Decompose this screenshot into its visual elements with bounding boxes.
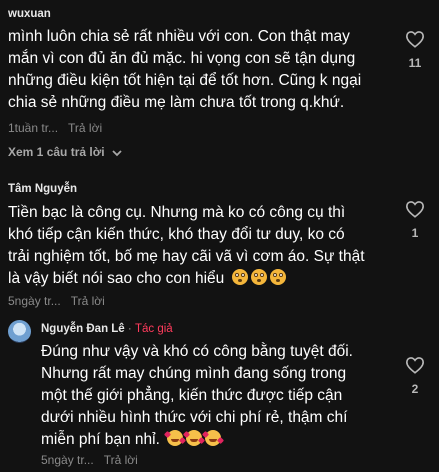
comment-line: một thế giới phẳng, kiến thức được tiếp …: [41, 387, 343, 404]
author-badge: Tác giả: [134, 323, 173, 335]
view-replies-label: Xem 1 câu trả lời: [8, 145, 105, 159]
comment-username[interactable]: Tâm Nguyễn: [8, 182, 77, 196]
comment-line: là vậy biết nói sao cho con hiểu: [8, 268, 365, 290]
comment-username[interactable]: wuxuan: [8, 7, 51, 21]
comment-line: Tiền bạc là công cụ. Nhưng mà ko có công…: [8, 204, 346, 221]
comment-meta: 5ngày tr... Trả lời: [8, 294, 105, 308]
flushed-face-emoji: [269, 269, 286, 285]
comment-text: mình luôn chia sẻ rất nhiều với con. Con…: [8, 26, 361, 114]
like-button[interactable]: 11: [400, 30, 430, 70]
smiling-face-with-hearts-emoji: [205, 430, 222, 446]
reply-button[interactable]: Trả lời: [104, 453, 138, 467]
comment-line: miễn phí bạn nhỉ.: [41, 429, 353, 451]
like-button[interactable]: 2: [400, 356, 430, 396]
view-replies-button[interactable]: Xem 1 câu trả lời: [8, 145, 122, 160]
comment-username-row: Nguyễn Đan Lê · Tác giả: [41, 322, 173, 336]
like-button[interactable]: 1: [400, 200, 430, 240]
smiling-face-with-hearts-emoji: [186, 430, 203, 446]
comment-line: mình luôn chia sẻ rất nhiều với con. Con…: [8, 28, 350, 45]
flushed-face-emoji: [250, 269, 267, 285]
comment-text: Đúng như vậy và khó có công bằng tuyệt đ…: [41, 341, 353, 451]
like-count: 1: [411, 226, 419, 240]
flushed-face-emoji: [231, 269, 248, 285]
comment-line: Đúng như vậy và khó có công bằng tuyệt đ…: [41, 343, 353, 360]
heart-outline-icon: [405, 31, 425, 48]
comment-line: Nhưng rất may chúng mình đang sống trong: [41, 365, 347, 382]
avatar[interactable]: [8, 320, 31, 343]
comment-line: chia sẻ những điều mẹ làm chưa tốt trong…: [8, 94, 345, 111]
comment-line-text: là vậy biết nói sao cho con hiểu: [8, 270, 225, 287]
comment-meta: 5ngày tr... Trả lời: [41, 453, 138, 467]
comment-timestamp: 5ngày tr...: [8, 294, 61, 308]
heart-outline-icon: [405, 357, 425, 374]
reply-button[interactable]: Trả lời: [68, 121, 102, 135]
smiling-face-with-hearts-emoji: [167, 430, 184, 446]
like-count: 11: [408, 56, 422, 70]
comment-line-text: miễn phí bạn nhỉ.: [41, 431, 160, 448]
comment-line: dưới nhiều hình thức với chi phí rẻ, thậ…: [41, 409, 348, 426]
like-count: 2: [411, 382, 419, 396]
comment-line: khó tiếp cận kiến thức, khó thay đổi tư …: [8, 226, 345, 243]
comment-line: mắn vì con đủ ăn đủ mặc. hi vọng con sẽ …: [8, 50, 356, 67]
reply-button[interactable]: Trả lời: [71, 294, 105, 308]
comment-timestamp: 1tuần tr...: [8, 121, 59, 135]
separator-dot: ·: [127, 323, 132, 335]
comment-timestamp: 5ngày tr...: [41, 453, 94, 467]
comment-username[interactable]: Nguyễn Đan Lê: [41, 323, 125, 335]
comment-line: trải nghiệm tốt, bố mẹ hay cãi vã vì cơm…: [8, 248, 365, 265]
comment-line: những điều kiện tốt hiện tại để tốt hơn.…: [8, 72, 362, 89]
comment-meta: 1tuần tr... Trả lời: [8, 121, 102, 135]
comment-text: Tiền bạc là công cụ. Nhưng mà ko có công…: [8, 202, 365, 290]
heart-outline-icon: [405, 201, 425, 218]
chevron-down-icon: [112, 146, 122, 160]
